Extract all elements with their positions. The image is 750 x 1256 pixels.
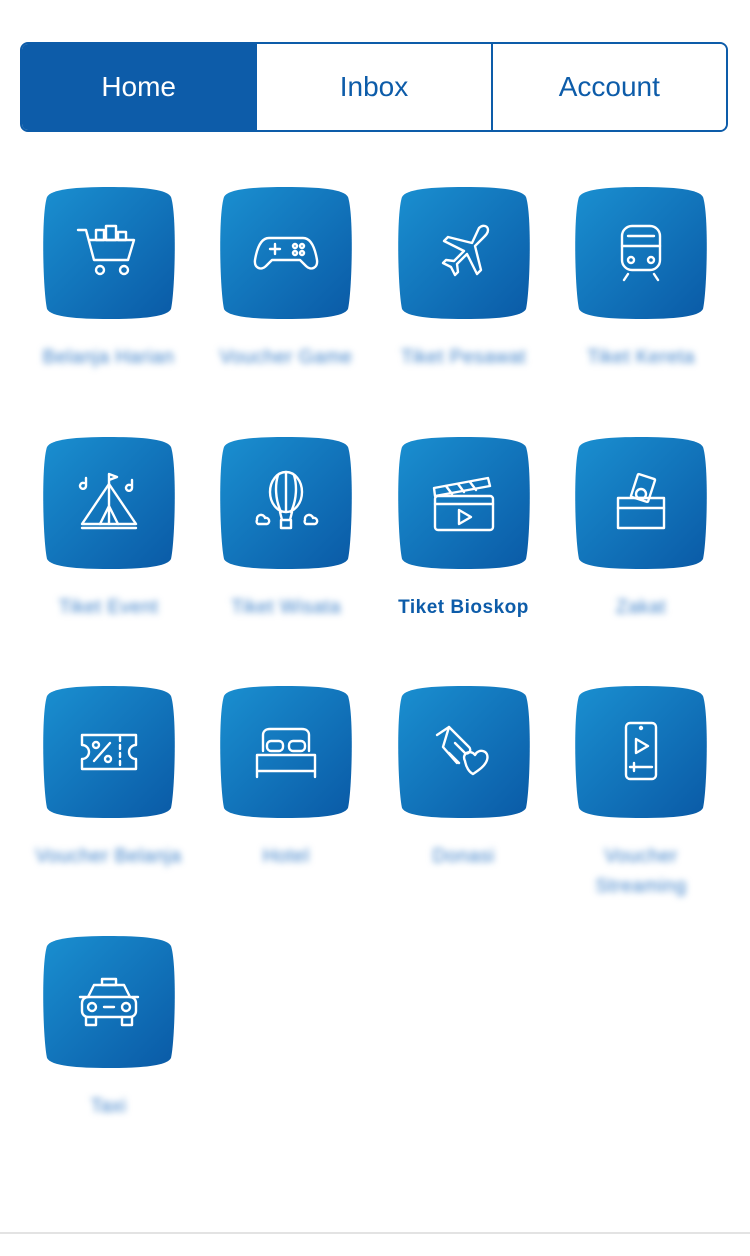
menu-item-label: Donasi xyxy=(432,846,495,867)
menu-item-tiket-pesawat[interactable]: Tiket Pesawat xyxy=(375,185,552,373)
train-icon xyxy=(620,224,662,282)
menu-item-tiket-wisata[interactable]: Tiket Wisata xyxy=(198,435,375,623)
donation-box-icon xyxy=(616,472,666,529)
menu-item-label: Voucher Game xyxy=(219,347,353,368)
menu-tile xyxy=(41,684,177,820)
menu-item-voucher-belanja[interactable]: Voucher Belanja xyxy=(20,684,197,872)
menu-tile xyxy=(573,684,709,820)
tab-account[interactable]: Account xyxy=(490,44,726,130)
bottom-divider xyxy=(0,1232,750,1234)
menu-item-label: Zakat xyxy=(615,596,667,618)
tab-inbox[interactable]: Inbox xyxy=(255,44,491,130)
menu-tile xyxy=(573,185,709,321)
menu-item-belanja-harian[interactable]: Belanja Harian xyxy=(20,185,197,373)
airplane-icon xyxy=(441,224,489,277)
menu-item-voucher-game[interactable]: Voucher Game xyxy=(198,185,375,373)
tent-icon xyxy=(78,472,137,529)
bed-icon xyxy=(255,727,317,779)
menu-item-zakat[interactable]: Zakat xyxy=(553,435,730,623)
menu-item-taxi[interactable]: Taxi xyxy=(20,934,197,1122)
menu-item-label: Taxi xyxy=(90,1095,127,1117)
hot-air-balloon-icon xyxy=(255,470,319,529)
menu-tile xyxy=(41,435,177,571)
menu-item-donasi[interactable]: Donasi xyxy=(375,684,552,872)
menu-item-label: Tiket Pesawat xyxy=(400,347,527,368)
helping-hand-icon xyxy=(435,725,489,776)
menu-item-label: Tiket Event xyxy=(58,596,159,618)
menu-tile xyxy=(218,684,354,820)
clapperboard-icon xyxy=(432,476,494,531)
menu-item-tiket-kereta[interactable]: Tiket Kereta xyxy=(553,185,730,373)
menu-item-label: Hotel xyxy=(262,846,310,867)
menu-tile xyxy=(41,934,177,1070)
shopping-cart-icon xyxy=(76,224,135,276)
menu-item-hotel[interactable]: Hotel xyxy=(198,684,375,872)
menu-tile xyxy=(218,185,354,321)
menu-item-label: Tiket Wisata xyxy=(231,596,341,618)
menu-tile xyxy=(41,185,177,321)
menu-item-label: Voucher Streaming xyxy=(595,846,687,897)
menu-item-label: Belanja Harian xyxy=(42,347,175,368)
top-tab-bar: Home Inbox Account xyxy=(20,42,728,132)
voucher-icon xyxy=(80,733,137,771)
menu-item-label: Tiket Bioskop xyxy=(398,596,529,618)
menu-tile xyxy=(218,435,354,571)
taxi-icon xyxy=(78,977,139,1026)
menu-item-label: Tiket Kereta xyxy=(587,347,695,368)
gamepad-icon xyxy=(253,236,319,270)
menu-item-voucher-streaming[interactable]: Voucher Streaming xyxy=(553,684,730,902)
menu-tile xyxy=(396,185,532,321)
menu-tile xyxy=(573,435,709,571)
phone-play-icon xyxy=(624,721,658,781)
menu-item-label: Voucher Belanja xyxy=(35,846,182,867)
menu-item-tiket-bioskop[interactable]: Tiket Bioskop xyxy=(375,435,552,623)
menu-tile xyxy=(396,684,532,820)
tab-home[interactable]: Home xyxy=(22,44,256,130)
menu-item-tiket-event[interactable]: Tiket Event xyxy=(20,435,197,623)
menu-tile xyxy=(396,435,532,571)
